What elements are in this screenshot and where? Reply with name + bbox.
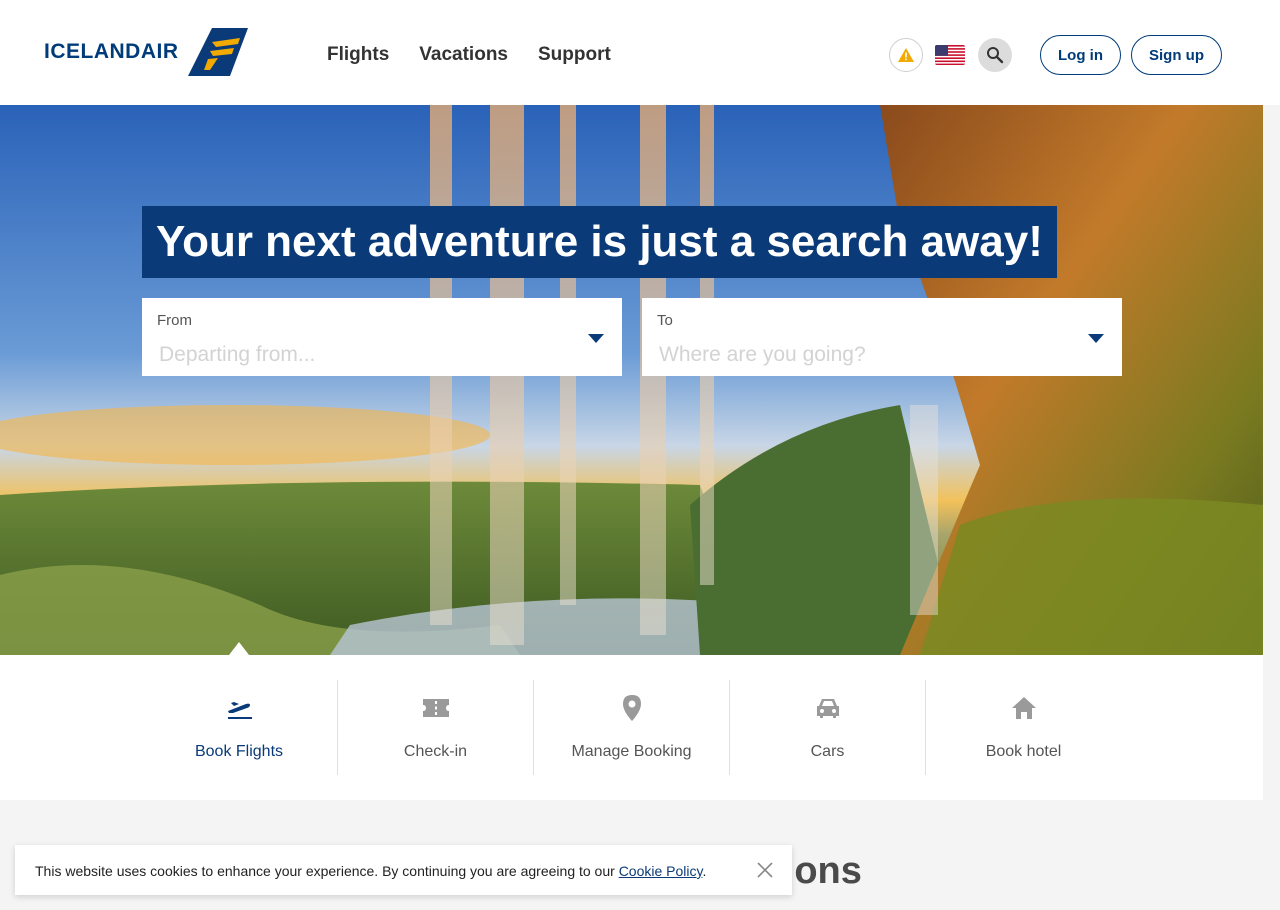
search-icon: [987, 47, 1004, 64]
car-icon: [817, 699, 839, 718]
login-button[interactable]: Log in: [1040, 35, 1121, 75]
search-button[interactable]: [978, 38, 1012, 72]
from-placeholder: Departing from...: [159, 343, 316, 366]
location-pin-icon: [623, 695, 641, 721]
quick-links-bar: Book Flights Check-in Manage Booking Car…: [0, 655, 1263, 800]
nav-vacations[interactable]: Vacations: [419, 44, 508, 66]
logo-tail-icon: [188, 28, 248, 76]
cookie-policy-link[interactable]: Cookie Policy: [619, 863, 703, 879]
language-selector[interactable]: [935, 45, 965, 65]
to-label: To: [657, 312, 673, 329]
quick-link-label: Manage Booking: [571, 743, 692, 760]
hero-background-image: [0, 105, 1263, 655]
chevron-down-icon: [1088, 334, 1104, 343]
logo-text: ICELANDAIR: [44, 40, 179, 63]
quick-link-cars[interactable]: Cars: [729, 680, 925, 775]
hero-headline: Your next adventure is just a search awa…: [142, 206, 1057, 278]
ticket-icon: [423, 699, 449, 717]
chevron-down-icon: [588, 334, 604, 343]
cookie-suffix: .: [702, 863, 707, 879]
active-tab-indicator: [229, 642, 249, 655]
icelandair-logo[interactable]: ICELANDAIR: [44, 28, 248, 76]
to-placeholder: Where are you going?: [659, 343, 866, 366]
quick-link-label: Book hotel: [985, 743, 1062, 760]
quick-link-label: Cars: [810, 743, 845, 760]
us-flag-icon: [935, 45, 965, 65]
cookie-text: This website uses cookies to enhance you…: [35, 863, 619, 879]
alert-button[interactable]: [889, 38, 923, 72]
quick-link-label: Check-in: [403, 743, 468, 760]
quick-link-book-flights[interactable]: Book Flights: [141, 680, 337, 775]
to-field[interactable]: To Where are you going?: [642, 298, 1122, 376]
signup-button[interactable]: Sign up: [1131, 35, 1222, 75]
hero-banner: Your next adventure is just a search awa…: [0, 105, 1263, 655]
plane-departure-icon: [228, 702, 252, 719]
quick-link-manage-booking[interactable]: Manage Booking: [533, 680, 729, 775]
main-nav: Flights Vacations Support: [327, 44, 611, 66]
cookie-banner: This website uses cookies to enhance you…: [15, 845, 792, 895]
nav-flights[interactable]: Flights: [327, 44, 389, 66]
cookie-message: This website uses cookies to enhance you…: [35, 863, 706, 879]
from-field[interactable]: From Departing from...: [142, 298, 622, 376]
quick-link-label: Book Flights: [194, 743, 284, 760]
from-label: From: [157, 312, 192, 329]
header-utilities: [889, 38, 1012, 72]
quick-link-book-hotel[interactable]: Book hotel: [925, 680, 1121, 775]
warning-icon: [898, 48, 914, 62]
close-icon[interactable]: [756, 861, 774, 879]
home-icon: [1012, 697, 1036, 719]
quick-link-check-in[interactable]: Check-in: [337, 680, 533, 775]
site-header: ICELANDAIR Flights Vacations Support Log…: [0, 0, 1280, 105]
nav-support[interactable]: Support: [538, 44, 611, 66]
